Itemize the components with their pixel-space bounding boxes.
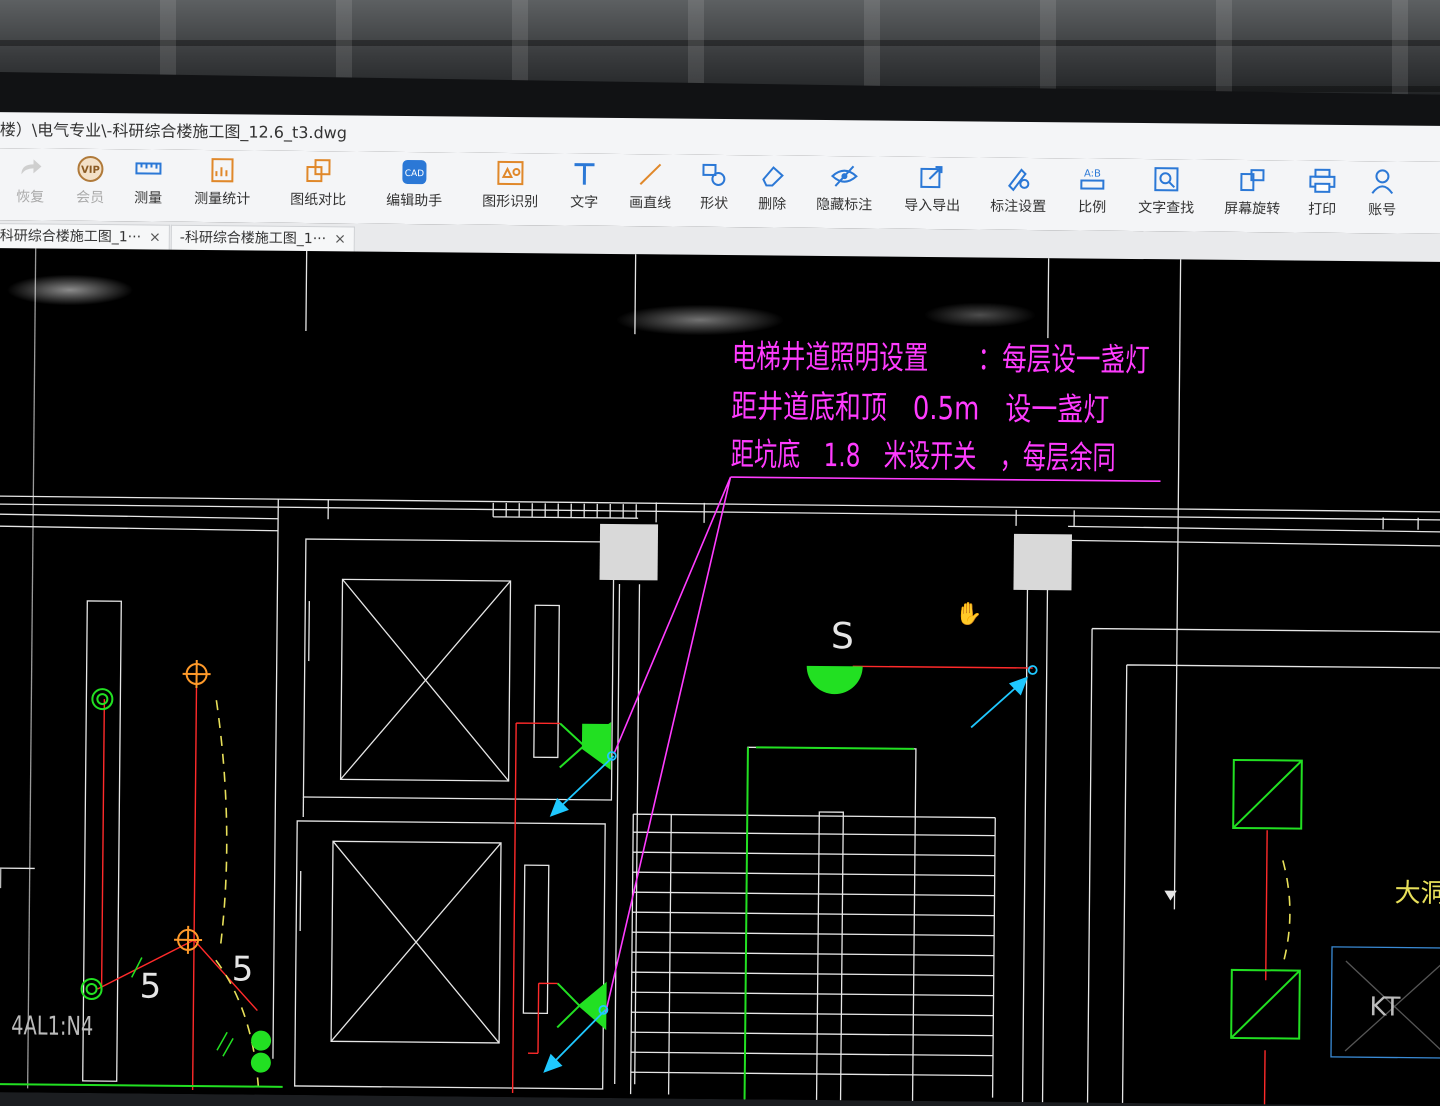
- compare-button[interactable]: 图纸对比: [283, 157, 353, 210]
- column-block: [1013, 533, 1072, 591]
- import-export-button[interactable]: 导入导出: [897, 163, 967, 216]
- export-icon: [920, 166, 943, 189]
- note-line-2: 距井道底和顶 0.5m 设一盏灯: [731, 387, 1109, 429]
- measure-stats-button[interactable]: 测量统计: [187, 156, 257, 209]
- column-block: [599, 523, 659, 581]
- user-icon: [1371, 169, 1394, 195]
- ruler-icon: [135, 162, 162, 175]
- account-button[interactable]: 账号: [1347, 167, 1417, 220]
- eye-hidden-icon: [830, 165, 858, 187]
- edit-assistant-icon: CAD: [402, 159, 427, 185]
- shape-recognize-button[interactable]: 图形识别: [475, 159, 545, 212]
- line-icon: [639, 163, 662, 185]
- rotate-screen-button[interactable]: 屏幕旋转: [1217, 166, 1287, 219]
- compare-icon: [306, 159, 331, 183]
- tab-drawing-1[interactable]: 科研综合楼施工图_1··· ×: [0, 222, 170, 250]
- edit-assistant-button[interactable]: CAD 编辑助手: [379, 158, 449, 211]
- switch-symbol: [806, 665, 863, 695]
- switch-label: S: [831, 616, 854, 657]
- cad-drawing: 电梯井道照明设置 ：每层设一盏灯 距井道底和顶 0.5m 设一盏灯 距坑底 1.…: [0, 248, 1440, 1106]
- text-search-icon: [1154, 167, 1179, 192]
- hide-annotation-button[interactable]: 隐藏标注: [809, 162, 879, 215]
- close-icon[interactable]: ×: [334, 231, 346, 247]
- settings-pen-icon: [1008, 168, 1030, 192]
- junction-dot: [251, 1030, 272, 1051]
- cad-viewer-window: 楼）\电气专业\-科研综合楼施工图_12.6_t3.dwg 恢复 VIP 会员 …: [0, 112, 1440, 1106]
- shape-recognize-icon: [497, 160, 524, 186]
- text-t-icon: [574, 163, 595, 185]
- rotate-screen-icon: [1240, 169, 1265, 192]
- shape-icon: [702, 163, 726, 186]
- wire-count-left: 5: [139, 966, 161, 1006]
- vip-icon: VIP: [77, 155, 104, 182]
- scale-icon: A:B: [1080, 168, 1105, 190]
- text-search-button[interactable]: 文字查找: [1131, 165, 1201, 218]
- circuit-label: 4AL1:N4: [11, 1011, 93, 1042]
- chart-icon: [211, 158, 234, 183]
- kt-label: KT: [1369, 992, 1400, 1022]
- note-line-3: 距坑底 1.8 米设开关 ，每层余同: [731, 435, 1116, 477]
- edge-text: 大洞: [1394, 879, 1440, 909]
- measure-button[interactable]: 测量: [113, 155, 183, 208]
- wire-count-right: 5: [232, 949, 254, 989]
- scale-button[interactable]: A:B 比例: [1057, 164, 1127, 217]
- redo-icon: [21, 159, 42, 175]
- svg-text:VIP: VIP: [81, 165, 100, 176]
- toolbar: 恢复 VIP 会员 测量 测量统计 图纸对比 CAD 编辑助手 图形识别 文字: [0, 147, 1440, 235]
- text-button[interactable]: 文字: [549, 159, 619, 212]
- draw-line-button[interactable]: 画直线: [615, 160, 685, 213]
- hand-cursor-icon: ✋: [955, 602, 983, 627]
- note-line-1: 电梯井道照明设置 ：每层设一盏灯: [732, 337, 1150, 379]
- tab-drawing-2[interactable]: -科研综合楼施工图_1··· ×: [170, 224, 355, 252]
- drawing-canvas[interactable]: 电梯井道照明设置 ：每层设一盏灯 距井道底和顶 0.5m 设一盏灯 距坑底 1.…: [0, 247, 1440, 1106]
- junction-dot: [250, 1052, 271, 1073]
- delete-button[interactable]: 删除: [737, 161, 807, 214]
- eraser-icon: [762, 166, 784, 187]
- svg-text:A:B: A:B: [1084, 168, 1101, 179]
- svg-text:CAD: CAD: [405, 169, 425, 179]
- close-icon[interactable]: ×: [149, 230, 161, 246]
- annotation-settings-button[interactable]: 标注设置: [983, 164, 1053, 217]
- printer-icon: [1309, 168, 1336, 193]
